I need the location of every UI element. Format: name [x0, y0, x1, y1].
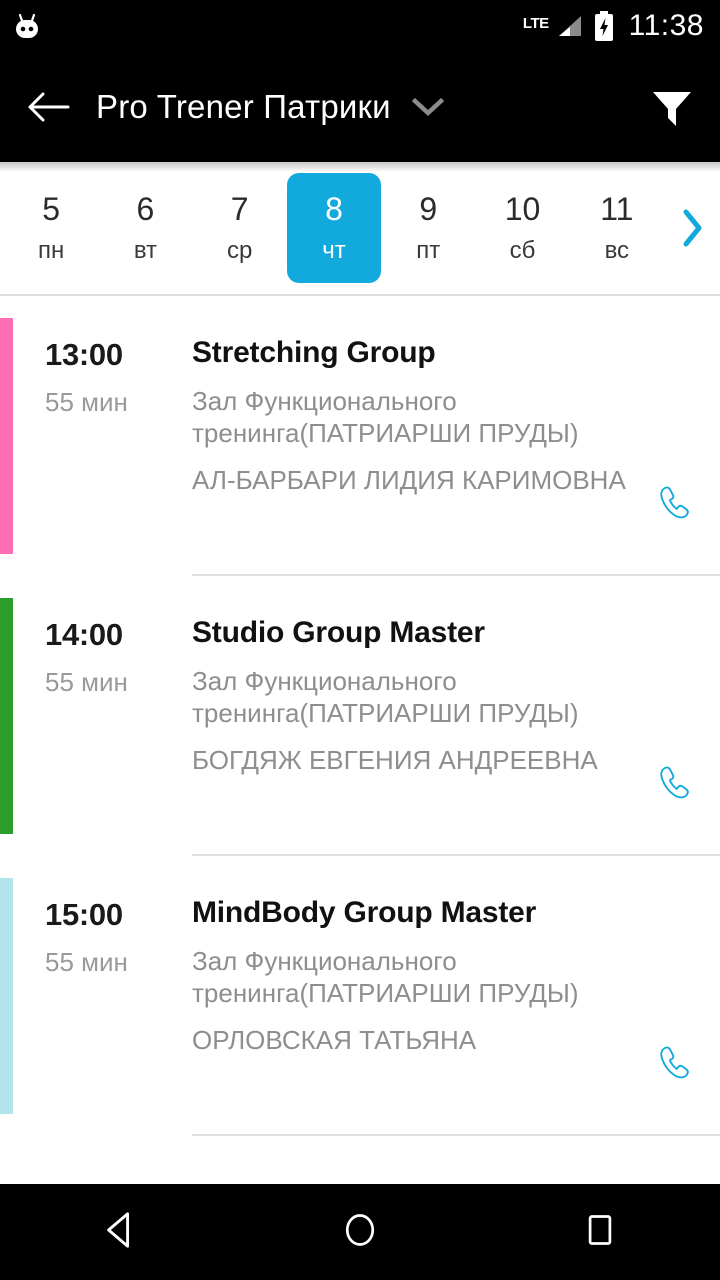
schedule-item-start-time: 13:00	[45, 337, 123, 372]
schedule-item-instructor: АЛ-БАРБАРИ ЛИДИЯ КАРИМОВНА	[192, 464, 626, 495]
filter-funnel-icon	[649, 84, 695, 130]
schedule-item-location: Зал Функционального тренинга(ПАТРИАРШИ П…	[192, 385, 579, 449]
schedule-item-instructor: БОГДЯЖ ЕВГЕНИЯ АНДРЕЕВНА	[192, 744, 598, 775]
schedule-item-title: MindBody Group Master	[192, 896, 537, 929]
date-cell-3-selected[interactable]: 8 чт	[286, 173, 382, 283]
date-cell-4[interactable]: 9 пт	[381, 173, 475, 283]
date-weekday: вс	[604, 237, 630, 264]
status-bar-right: LTE 11:38	[523, 11, 704, 41]
status-bar-left	[10, 9, 44, 43]
phone-handset-icon	[654, 482, 696, 524]
schedule-item-start-time: 14:00	[45, 617, 123, 652]
date-cell-0[interactable]: 5 пн	[4, 173, 98, 283]
date-number: 8	[325, 191, 343, 227]
date-number: 10	[504, 191, 541, 227]
date-number: 6	[136, 191, 155, 227]
schedule-list[interactable]: 13:00 55 мин Stretching Group Зал Функци…	[0, 296, 720, 1184]
schedule-item[interactable]: 15:00 55 мин MindBody Group Master Зал Ф…	[0, 856, 720, 1136]
call-button[interactable]	[654, 1042, 696, 1084]
battery-charging-icon	[593, 11, 615, 41]
status-bar: LTE 11:38	[0, 0, 720, 52]
schedule-item-duration: 55 мин	[45, 947, 128, 978]
nav-home-circle-icon	[340, 1210, 380, 1255]
phone-handset-icon	[654, 762, 696, 804]
date-cell-1[interactable]: 6 вт	[98, 173, 192, 283]
cyanogenmod-robot-icon	[10, 9, 44, 43]
signal-bars-icon	[557, 14, 583, 38]
network-type-label: LTE	[522, 15, 549, 32]
next-week-button[interactable]	[664, 173, 720, 283]
nav-recents-button[interactable]	[540, 1184, 660, 1280]
date-weekday: вт	[133, 237, 158, 264]
nav-back-triangle-icon	[101, 1209, 139, 1256]
status-bar-clock: 11:38	[628, 9, 704, 42]
schedule-item-time-column: 14:00 55 мин	[13, 576, 192, 856]
app-bar: Pro Trener Патрики	[0, 52, 720, 162]
phone-handset-icon	[654, 1042, 696, 1084]
nav-recents-square-icon	[582, 1210, 618, 1255]
date-weekday: ср	[227, 237, 253, 264]
schedule-item-time-column: 15:00 55 мин	[13, 856, 192, 1136]
category-color-bar	[0, 318, 13, 554]
date-number: 11	[600, 191, 634, 227]
android-navigation-bar	[0, 1184, 720, 1280]
date-cell-6[interactable]: 11 вс	[570, 173, 664, 283]
category-color-bar	[0, 598, 13, 834]
date-weekday: пт	[416, 237, 441, 264]
schedule-item-location: Зал Функционального тренинга(ПАТРИАРШИ П…	[192, 665, 579, 729]
call-button[interactable]	[654, 762, 696, 804]
date-list: 5 пн 6 вт 7 ср 8 чт 9 пт 10 сб 11 вс	[0, 173, 664, 283]
schedule-item-instructor: ОРЛОВСКАЯ ТАТЬЯНА	[192, 1024, 477, 1055]
filter-button[interactable]	[624, 52, 720, 162]
schedule-item-divider	[192, 1134, 720, 1136]
call-button[interactable]	[654, 482, 696, 524]
date-number: 5	[42, 191, 61, 227]
chevron-right-icon	[679, 207, 705, 249]
schedule-item-duration: 55 мин	[45, 667, 128, 698]
date-weekday: сб	[509, 237, 536, 264]
schedule-item-location: Зал Функционального тренинга(ПАТРИАРШИ П…	[192, 945, 579, 1009]
chevron-down-icon	[411, 96, 445, 118]
schedule-item-duration: 55 мин	[45, 387, 128, 418]
schedule-item-details: Studio Group Master Зал Функционального …	[192, 576, 720, 856]
schedule-item[interactable]: 13:00 55 мин Stretching Group Зал Функци…	[0, 296, 720, 576]
category-color-bar	[0, 878, 13, 1114]
title-dropdown[interactable]: Pro Trener Патрики	[96, 88, 445, 126]
schedule-item-details: Stretching Group Зал Функционального тре…	[192, 296, 720, 576]
date-number: 9	[419, 191, 438, 227]
schedule-item[interactable]: 14:00 55 мин Studio Group Master Зал Фун…	[0, 576, 720, 856]
date-number: 7	[230, 191, 249, 227]
date-weekday: пн	[38, 237, 65, 264]
schedule-item-title: Studio Group Master	[192, 616, 485, 649]
date-cell-5[interactable]: 10 сб	[475, 173, 569, 283]
back-button[interactable]	[0, 52, 96, 162]
back-arrow-icon	[26, 89, 70, 125]
schedule-item-time-column: 13:00 55 мин	[13, 296, 192, 576]
nav-home-button[interactable]	[300, 1184, 420, 1280]
nav-back-button[interactable]	[60, 1184, 180, 1280]
schedule-item-title: Stretching Group	[192, 336, 436, 369]
phone-screen: LTE 11:38 Pro Trener Патрики 5 пн 6 вт 7…	[0, 0, 720, 1280]
date-weekday: чт	[322, 237, 346, 264]
date-strip: 5 пн 6 вт 7 ср 8 чт 9 пт 10 сб 11 вс	[0, 162, 720, 294]
schedule-item-details: MindBody Group Master Зал Функциональног…	[192, 856, 720, 1136]
schedule-item-start-time: 15:00	[45, 897, 123, 932]
date-cell-2[interactable]: 7 ср	[193, 173, 287, 283]
page-title: Pro Trener Патрики	[96, 88, 391, 125]
